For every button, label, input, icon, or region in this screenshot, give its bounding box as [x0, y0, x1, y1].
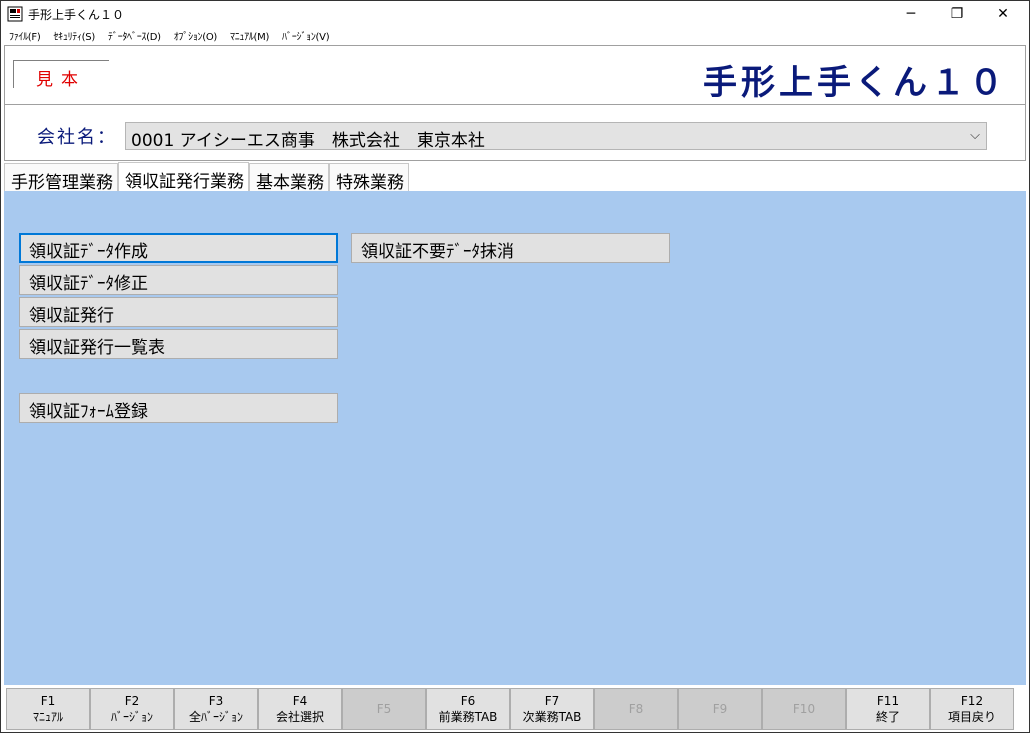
menu-bar: ﾌｧｲﾙ(F) ｾｷｭﾘﾃｨ(S) ﾃﾞｰﾀﾍﾞｰｽ(D) ｵﾌﾟｼｮﾝ(O) …: [2, 26, 1028, 44]
fkey-label: 会社選択: [275, 710, 324, 724]
fkey-number: F4: [292, 694, 308, 708]
fkey-label: 次業務TAB: [522, 710, 582, 724]
sample-label: 見本: [36, 70, 86, 90]
fkey-number: F9: [712, 702, 728, 716]
receipt-data-edit-button[interactable]: 領収証ﾃﾞｰﾀ修正: [19, 265, 338, 295]
sample-badge: 見本: [13, 60, 109, 90]
receipt-issue-list-button[interactable]: 領収証発行一覧表: [19, 329, 338, 359]
close-button[interactable]: ✕: [980, 2, 1026, 26]
tab-panel: 領収証ﾃﾞｰﾀ作成 領収証ﾃﾞｰﾀ修正 領収証発行 領収証発行一覧表 領収証ﾌｫ…: [4, 191, 1026, 685]
f11-button[interactable]: F11 終了: [846, 688, 930, 730]
f6-button[interactable]: F6 前業務TAB: [426, 688, 510, 730]
company-value: 0001 アイシーエス商事 株式会社 東京本社: [131, 131, 485, 151]
menu-options[interactable]: ｵﾌﾟｼｮﾝ(O): [167, 26, 223, 44]
fkey-number: F3: [208, 694, 224, 708]
fkey-number: F1: [40, 694, 56, 708]
fkey-label: ﾊﾞｰｼﾞｮﾝ: [110, 710, 153, 724]
receipt-purge-button[interactable]: 領収証不要ﾃﾞｰﾀ抹消: [351, 233, 670, 263]
f4-button[interactable]: F4 会社選択: [258, 688, 342, 730]
f3-button[interactable]: F3 全ﾊﾞｰｼﾞｮﾝ: [174, 688, 258, 730]
tab-receipt-issuance[interactable]: 領収証発行業務: [118, 162, 249, 192]
f9-button: F9: [678, 688, 762, 730]
app-title: 手形上手くん１０: [703, 63, 1007, 103]
menu-manual[interactable]: ﾏﾆｭｱﾙ(M): [223, 26, 275, 44]
fkey-number: F6: [460, 694, 476, 708]
fkey-label: 前業務TAB: [438, 710, 498, 724]
menu-version[interactable]: ﾊﾞｰｼﾞｮﾝ(V): [275, 26, 335, 44]
f10-button: F10: [762, 688, 846, 730]
fkey-label: ﾏﾆｭｱﾙ: [32, 710, 63, 724]
f2-button[interactable]: F2 ﾊﾞｰｼﾞｮﾝ: [90, 688, 174, 730]
title-bar[interactable]: 手形上手くん１０ ─ ❐ ✕: [2, 2, 1028, 26]
fkey-number: F2: [124, 694, 140, 708]
f12-button[interactable]: F12 項目戻り: [930, 688, 1014, 730]
fkey-number: F7: [544, 694, 560, 708]
restore-button[interactable]: ❐: [934, 2, 980, 26]
fkey-label: 項目戻り: [947, 710, 996, 724]
receipt-data-create-button[interactable]: 領収証ﾃﾞｰﾀ作成: [19, 233, 338, 263]
window-title: 手形上手くん１０: [28, 8, 125, 22]
receipt-form-register-button[interactable]: 領収証ﾌｫｰﾑ登録: [19, 393, 338, 423]
fkey-label: 全ﾊﾞｰｼﾞｮﾝ: [188, 710, 243, 724]
tab-special[interactable]: 特殊業務: [329, 163, 409, 193]
function-key-bar: F1 ﾏﾆｭｱﾙ F2 ﾊﾞｰｼﾞｮﾝ F3 全ﾊﾞｰｼﾞｮﾝ F4 会社選択 …: [4, 686, 1026, 732]
f8-button: F8: [594, 688, 678, 730]
menu-security[interactable]: ｾｷｭﾘﾃｨ(S): [46, 26, 100, 44]
company-label: 会社名：: [37, 127, 117, 148]
fkey-number: F12: [960, 694, 984, 708]
f5-button: F5: [342, 688, 426, 730]
f1-button[interactable]: F1 ﾏﾆｭｱﾙ: [6, 688, 90, 730]
chevron-down-icon[interactable]: ⌵: [970, 128, 980, 143]
app-window: 手形上手くん１０ ─ ❐ ✕ ﾌｧｲﾙ(F) ｾｷｭﾘﾃｨ(S) ﾃﾞｰﾀﾍﾞｰ…: [0, 0, 1030, 733]
tab-bill-management[interactable]: 手形管理業務: [4, 163, 118, 193]
f7-button[interactable]: F7 次業務TAB: [510, 688, 594, 730]
fkey-number: F11: [876, 694, 900, 708]
tab-strip: 手形管理業務 領収証発行業務 基本業務 特殊業務: [4, 162, 409, 193]
minimize-button[interactable]: ─: [888, 2, 934, 26]
company-row: 会社名： 0001 アイシーエス商事 株式会社 東京本社 ⌵: [4, 105, 1026, 161]
app-header: 見本 手形上手くん１０: [4, 45, 1026, 105]
receipt-issue-button[interactable]: 領収証発行: [19, 297, 338, 327]
fkey-number: F10: [792, 702, 816, 716]
fkey-number: F5: [376, 702, 392, 716]
app-icon: [7, 6, 23, 22]
company-select[interactable]: 0001 アイシーエス商事 株式会社 東京本社 ⌵: [125, 122, 987, 151]
menu-database[interactable]: ﾃﾞｰﾀﾍﾞｰｽ(D): [101, 26, 167, 44]
tab-basic[interactable]: 基本業務: [249, 163, 329, 193]
menu-file[interactable]: ﾌｧｲﾙ(F): [2, 26, 46, 44]
fkey-number: F8: [628, 702, 644, 716]
fkey-label: 終了: [875, 710, 900, 724]
